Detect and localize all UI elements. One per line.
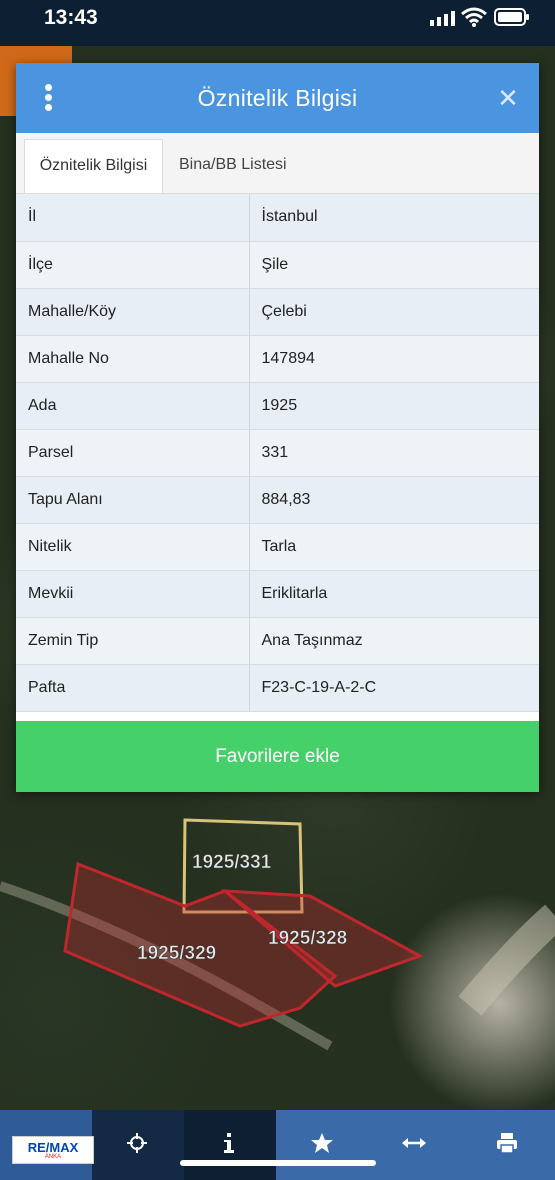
attribute-value: 1925 [249,382,539,430]
parcel-label-331: 1925/331 [192,852,272,873]
signal-icon [430,11,455,26]
attribute-dialog: Öznitelik Bilgisi ✕ Öznitelik Bilgisi Bi… [16,63,539,792]
info-icon[interactable] [223,1132,235,1154]
add-to-favorites-button[interactable]: Favorilere ekle [16,721,539,792]
logo-subtext: ANKA [44,1154,62,1160]
attribute-key: Mahalle No [16,335,250,383]
attribute-value: F23-C-19-A-2-C [249,664,539,712]
attribute-table: İl İstanbul İlçe Şile Mahalle/Köy Çelebi Mahal… [16,194,539,712]
attribute-value: İstanbul [249,194,539,242]
attribute-value: 884,83 [249,476,539,524]
battery-icon [494,8,529,26]
tab-attribute-info[interactable]: Öznitelik Bilgisi [24,139,163,193]
attribute-value: Tarla [249,523,539,571]
attribute-value: Ana Taşınmaz [249,617,539,665]
parcel-label-329: 1925/329 [137,943,216,964]
attribute-key: Ada [16,382,250,430]
table-row: Tapu Alanı 884,83 [16,476,539,524]
tab-bar: Öznitelik Bilgisi Bina/BB Listesi [16,133,539,194]
table-row: Mevkii Eriklitarla [16,570,539,618]
table-row: Zemin Tip Ana Taşınmaz [16,617,539,665]
close-icon[interactable]: ✕ [495,85,521,111]
table-row: Pafta F23-C-19-A-2-C [16,664,539,712]
attribute-key: İlçe [16,241,250,289]
wifi-icon [461,7,487,27]
tab-building-list[interactable]: Bina/BB Listesi [167,139,307,193]
star-icon[interactable] [310,1132,334,1154]
table-row: Nitelik Tarla [16,523,539,571]
status-time: 13:43 [44,6,98,29]
table-row: İlçe Şile [16,241,539,289]
arrows-horizontal-icon[interactable] [401,1134,427,1152]
attribute-value: 331 [249,429,539,477]
table-row: Parsel 331 [16,429,539,477]
attribute-value: Çelebi [249,288,539,336]
dialog-title: Öznitelik Bilgisi [197,85,358,111]
dialog-header: Öznitelik Bilgisi ✕ [16,63,539,133]
attribute-key: Nitelik [16,523,250,571]
table-row: Mahalle No 147894 [16,335,539,383]
home-indicator [180,1160,376,1166]
attribute-value: Eriklitarla [249,570,539,618]
attribute-value: Şile [249,241,539,289]
attribute-key: Tapu Alanı [16,476,250,524]
attribute-key: İl [16,194,250,242]
attribute-key: Mahalle/Köy [16,288,250,336]
table-row: Mahalle/Köy Çelebi [16,288,539,336]
attribute-key: Parsel [16,429,250,477]
attribute-key: Pafta [16,664,250,712]
attribute-key: Mevkii [16,570,250,618]
print-icon[interactable] [496,1132,518,1154]
parcel-label-328: 1925/328 [268,928,347,949]
status-bar: 13:43 [0,0,555,46]
crosshair-icon[interactable] [126,1132,148,1154]
kebab-menu-icon[interactable] [43,84,53,112]
attribute-key: Zemin Tip [16,617,250,665]
table-row: Ada 1925 [16,382,539,430]
logo-text: RE/MAX [27,1140,79,1155]
table-row: İl İstanbul [16,194,539,242]
attribute-value: 147894 [249,335,539,383]
remax-logo: RE/MAX ANKA [12,1136,94,1164]
